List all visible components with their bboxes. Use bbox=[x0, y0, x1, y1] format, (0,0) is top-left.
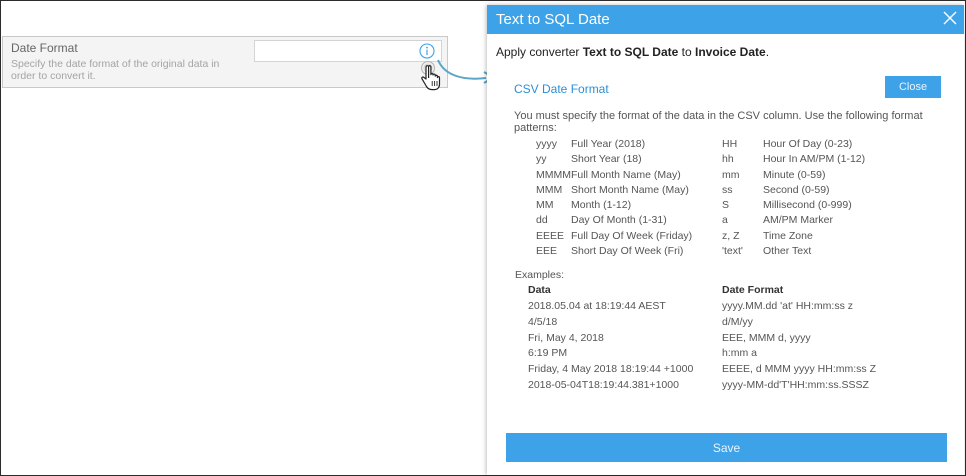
pattern-desc: Full Day Of Week (Friday) bbox=[571, 229, 693, 242]
pattern-desc: Day Of Month (1-31) bbox=[571, 214, 667, 227]
pattern-desc: Other Text bbox=[763, 245, 812, 258]
pattern-codes-left: yyyy yy MMMM MMM MM dd EEEE EEE bbox=[536, 137, 571, 259]
pattern-code: a bbox=[722, 214, 728, 227]
pattern-code: z, Z bbox=[722, 229, 740, 242]
pattern-desc: Full Year (2018) bbox=[571, 138, 646, 150]
examples-data-column: 2018.05.04 at 18:19:44 AEST 4/5/18 Fri, … bbox=[528, 299, 693, 394]
converter-name: Text to SQL Date bbox=[582, 45, 679, 59]
date-format-row: Date Format Specify the date format of t… bbox=[2, 36, 448, 91]
save-button[interactable]: Save bbox=[506, 433, 947, 462]
example-data: 2018.05.04 at 18:19:44 AEST bbox=[528, 300, 666, 312]
example-format: yyyy-MM-dd'T'HH:mm:ss.SSSZ bbox=[722, 378, 869, 391]
pattern-code: S bbox=[722, 199, 730, 212]
examples-format-column: yyyy.MM.dd 'at' HH:mm:ss z d/M/yy EEE, M… bbox=[722, 299, 876, 394]
example-format: h:mm a bbox=[722, 347, 758, 360]
date-format-input[interactable] bbox=[254, 40, 442, 62]
example-format: yyyy.MM.dd 'at' HH:mm:ss z bbox=[722, 300, 853, 312]
pattern-code: hh bbox=[722, 153, 734, 166]
example-data: 6:19 PM bbox=[528, 347, 568, 360]
close-icon[interactable] bbox=[942, 10, 958, 26]
intro-text: You must specify the format of the data … bbox=[514, 110, 923, 134]
examples-header-format: Date Format bbox=[722, 284, 784, 296]
apply-mid: to bbox=[681, 45, 692, 59]
pattern-code: ss bbox=[722, 183, 733, 196]
date-format-help: Specify the date format of the original … bbox=[11, 58, 220, 82]
examples-header-data: Data bbox=[528, 284, 551, 296]
example-data: 4/5/18 bbox=[528, 315, 558, 328]
section-title: CSV Date Format bbox=[514, 82, 609, 96]
info-icon[interactable] bbox=[419, 43, 435, 59]
pattern-code: dd bbox=[536, 214, 548, 227]
dialog-title: Text to SQL Date bbox=[496, 11, 610, 28]
pattern-desc: Month (1-12) bbox=[571, 199, 632, 212]
example-data: 2018-05-04T18:19:44.381+1000 bbox=[528, 378, 679, 391]
example-data: Friday, 4 May 2018 18:19:44 +1000 bbox=[528, 363, 694, 376]
pattern-code: 'text' bbox=[722, 245, 743, 258]
pattern-code: MM bbox=[536, 199, 554, 212]
example-data: Fri, May 4, 2018 bbox=[528, 331, 604, 344]
example-format: EEEE, d MMM yyyy HH:mm:ss Z bbox=[722, 363, 877, 376]
pattern-descs-left: Full Year (2018) Short Year (18) Full Mo… bbox=[571, 137, 692, 259]
pattern-desc: Full Month Name (May) bbox=[571, 168, 681, 181]
apply-prefix: Apply converter bbox=[496, 45, 580, 59]
pattern-desc: Second (0-59) bbox=[763, 183, 830, 196]
pattern-desc: Short Day Of Week (Fri) bbox=[571, 245, 684, 258]
converter-dialog: Text to SQL Date Apply converter Text to… bbox=[487, 5, 964, 475]
pattern-codes-right: HH hh mm ss S a z, Z 'text' bbox=[722, 137, 743, 259]
pattern-code: yyyy bbox=[536, 138, 557, 150]
dialog-header: Text to SQL Date bbox=[487, 5, 964, 34]
pattern-desc: Hour In AM/PM (1-12) bbox=[763, 153, 866, 166]
apply-suffix: . bbox=[765, 45, 770, 59]
pattern-desc: Time Zone bbox=[763, 229, 813, 242]
pattern-code: yy bbox=[536, 153, 547, 166]
pattern-desc: Hour Of Day (0-23) bbox=[763, 138, 853, 150]
examples-label: Examples: bbox=[515, 269, 565, 281]
pattern-desc: Minute (0-59) bbox=[763, 168, 826, 181]
pattern-code: MMMM bbox=[536, 168, 571, 181]
example-format: d/M/yy bbox=[722, 315, 753, 328]
pattern-desc: Millisecond (0-999) bbox=[763, 199, 852, 212]
pattern-code: EEE bbox=[536, 245, 558, 258]
pattern-code: MMM bbox=[536, 183, 563, 196]
pattern-desc: Short Year (18) bbox=[571, 153, 642, 166]
apply-converter-text: Apply converter Text to SQL Date to Invo… bbox=[496, 45, 769, 59]
pattern-code: EEEE bbox=[536, 229, 565, 242]
date-format-label: Date Format bbox=[11, 41, 78, 55]
pattern-code: mm bbox=[722, 168, 740, 181]
pattern-desc: Short Month Name (May) bbox=[571, 183, 689, 196]
pattern-descs-right: Hour Of Day (0-23) Hour In AM/PM (1-12) … bbox=[763, 137, 865, 259]
field-name: Invoice Date bbox=[695, 45, 766, 59]
example-format: EEE, MMM d, yyyy bbox=[722, 331, 811, 344]
close-button[interactable]: Close bbox=[885, 76, 941, 98]
pattern-desc: AM/PM Marker bbox=[763, 214, 834, 227]
pattern-code: HH bbox=[722, 138, 738, 150]
